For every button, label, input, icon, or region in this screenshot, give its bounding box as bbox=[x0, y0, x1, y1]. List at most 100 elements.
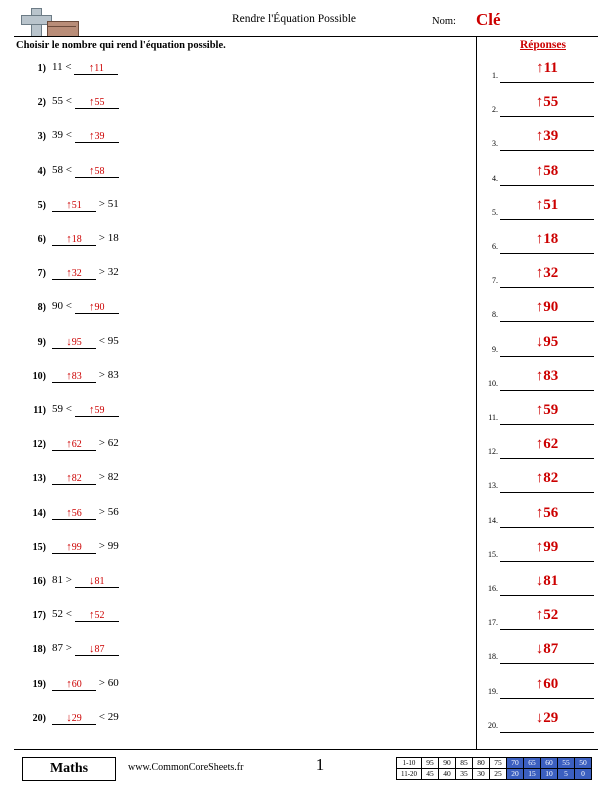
problem-row: 10) ↑83 > 83 bbox=[14, 366, 214, 400]
answer-row: 19. ↑60 bbox=[482, 674, 596, 708]
problem-row: 16) 81 > ↓81 bbox=[14, 571, 214, 605]
score-cell: 25 bbox=[489, 768, 507, 780]
score-cell: 5 bbox=[557, 768, 575, 780]
blank-value: 81 bbox=[94, 576, 105, 587]
problem-row: 3) 39 < ↑39 bbox=[14, 126, 214, 160]
problem-row: 2) 55 < ↑55 bbox=[14, 92, 214, 126]
expression-left-text: 59 < bbox=[52, 403, 75, 415]
answer-blank[interactable]: ↑99 bbox=[52, 541, 96, 554]
score-cell: 50 bbox=[574, 757, 592, 769]
answer-blank[interactable]: ↓29 bbox=[52, 712, 96, 725]
score-cell: 35 bbox=[455, 768, 473, 780]
answer-blank[interactable]: ↑62 bbox=[52, 438, 96, 452]
problem-row: 8) 90 < ↑90 bbox=[14, 297, 214, 331]
blank-value: 99 bbox=[71, 541, 82, 553]
score-cell: 85 bbox=[455, 757, 473, 769]
answer-blank[interactable]: ↑59 bbox=[74, 404, 119, 417]
blank-value: 32 bbox=[71, 268, 82, 280]
expression-right-text: > 18 bbox=[96, 232, 119, 244]
problem-expression: ↑51 > 51 bbox=[52, 198, 119, 212]
answer-number: 1. bbox=[492, 71, 498, 80]
problem-expression: 55 < ↑55 bbox=[52, 95, 119, 110]
answer-number-text: 95 bbox=[543, 333, 559, 350]
answer-number: 8. bbox=[492, 310, 498, 320]
answer-number-text: 83 bbox=[543, 367, 559, 384]
blank-value: 29 bbox=[71, 712, 82, 724]
answer-blank[interactable]: ↓81 bbox=[74, 575, 119, 588]
problem-number: 20) bbox=[32, 712, 46, 724]
score-cell: 15 bbox=[523, 768, 541, 780]
blank-value: 51 bbox=[71, 199, 82, 211]
problem-expression: ↑60 > 60 bbox=[52, 677, 119, 691]
answer-blank[interactable]: ↑52 bbox=[74, 609, 119, 623]
answer-number-text: 29 bbox=[543, 709, 559, 726]
answer-blank[interactable]: ↑82 bbox=[52, 472, 96, 486]
answer-blank[interactable]: ↑83 bbox=[52, 370, 96, 383]
answer-blank[interactable]: ↑11 bbox=[74, 62, 119, 75]
blank-value: 55 bbox=[94, 97, 105, 109]
answer-blank[interactable]: ↑56 bbox=[52, 507, 96, 520]
answer-number: 6. bbox=[492, 242, 498, 251]
answer-blank[interactable]: ↑55 bbox=[74, 96, 119, 110]
problem-number: 1) bbox=[37, 63, 46, 74]
answer-blank[interactable]: ↓87 bbox=[74, 643, 119, 657]
arrow-up-icon: ↑ bbox=[536, 60, 544, 76]
answer-blank[interactable]: ↑90 bbox=[74, 301, 119, 315]
answer-number-text: 99 bbox=[543, 538, 559, 555]
score-cell: 75 bbox=[489, 757, 507, 769]
answer-blank[interactable]: ↑39 bbox=[74, 130, 119, 144]
expression-left-text: 55 < bbox=[52, 95, 75, 108]
answer-blank[interactable]: ↑18 bbox=[52, 233, 96, 246]
answer-row: 15. ↑99 bbox=[482, 537, 596, 571]
blank-value: 11 bbox=[94, 63, 104, 74]
problem-number: 9) bbox=[37, 336, 46, 348]
expression-right-text: < 29 bbox=[96, 710, 119, 723]
answer-row: 9. ↓95 bbox=[482, 332, 596, 366]
answer-number-text: 56 bbox=[543, 504, 559, 521]
expression-right-text: > 99 bbox=[96, 539, 119, 552]
answer-blank[interactable]: ↑51 bbox=[52, 199, 96, 212]
problem-expression: ↑56 > 56 bbox=[52, 506, 119, 520]
problem-expression: 87 > ↓87 bbox=[52, 642, 119, 657]
answer-line bbox=[500, 287, 594, 289]
answer-number: 19. bbox=[488, 686, 498, 696]
problem-number: 17) bbox=[32, 610, 46, 622]
answer-value: ↑51 bbox=[500, 197, 594, 214]
problem-row: 14) ↑56 > 56 bbox=[14, 503, 214, 537]
problem-row: 13) ↑82 > 82 bbox=[14, 468, 214, 502]
column-divider bbox=[476, 36, 477, 749]
expression-left-text: 90 < bbox=[52, 300, 75, 313]
answer-blank[interactable]: ↓95 bbox=[52, 336, 96, 349]
answer-row: 1. ↑11 bbox=[482, 58, 596, 92]
answer-blank[interactable]: ↑58 bbox=[74, 165, 119, 178]
problem-expression: ↓29 < 29 bbox=[52, 710, 119, 725]
answer-number-text: 55 bbox=[543, 94, 559, 111]
answer-row: 16. ↓81 bbox=[482, 571, 596, 605]
expression-left-text: 52 < bbox=[52, 608, 75, 621]
answer-row: 20. ↓29 bbox=[482, 708, 596, 742]
answer-value: ↓81 bbox=[500, 573, 594, 590]
problem-row: 7) ↑32 > 32 bbox=[14, 263, 214, 297]
score-cell: 60 bbox=[540, 757, 558, 769]
answer-value: ↑56 bbox=[500, 505, 594, 522]
problem-row: 15) ↑99 > 99 bbox=[14, 537, 214, 571]
answer-blank[interactable]: ↑60 bbox=[52, 678, 96, 691]
score-cell: 65 bbox=[523, 757, 541, 769]
problem-number: 13) bbox=[32, 473, 46, 485]
subject-badge: Maths bbox=[22, 757, 116, 781]
answer-line bbox=[500, 116, 594, 118]
blank-value: 62 bbox=[71, 439, 82, 451]
answer-blank[interactable]: ↑32 bbox=[52, 267, 96, 281]
answer-key-badge: Clé bbox=[476, 10, 501, 29]
problem-row: 5) ↑51 > 51 bbox=[14, 195, 214, 229]
answer-number: 10. bbox=[488, 378, 498, 388]
expression-right-text: > 83 bbox=[96, 368, 119, 381]
answer-value: ↑18 bbox=[500, 231, 594, 248]
answer-number: 18. bbox=[488, 652, 498, 662]
problem-expression: ↑32 > 32 bbox=[52, 266, 119, 281]
expression-right-text: < 95 bbox=[96, 334, 119, 347]
problem-row: 11) 59 < ↑59 bbox=[14, 400, 214, 434]
problem-number: 19) bbox=[32, 678, 46, 690]
problem-expression: 58 < ↑58 bbox=[52, 164, 119, 178]
problem-expression: ↑62 > 62 bbox=[52, 437, 119, 452]
